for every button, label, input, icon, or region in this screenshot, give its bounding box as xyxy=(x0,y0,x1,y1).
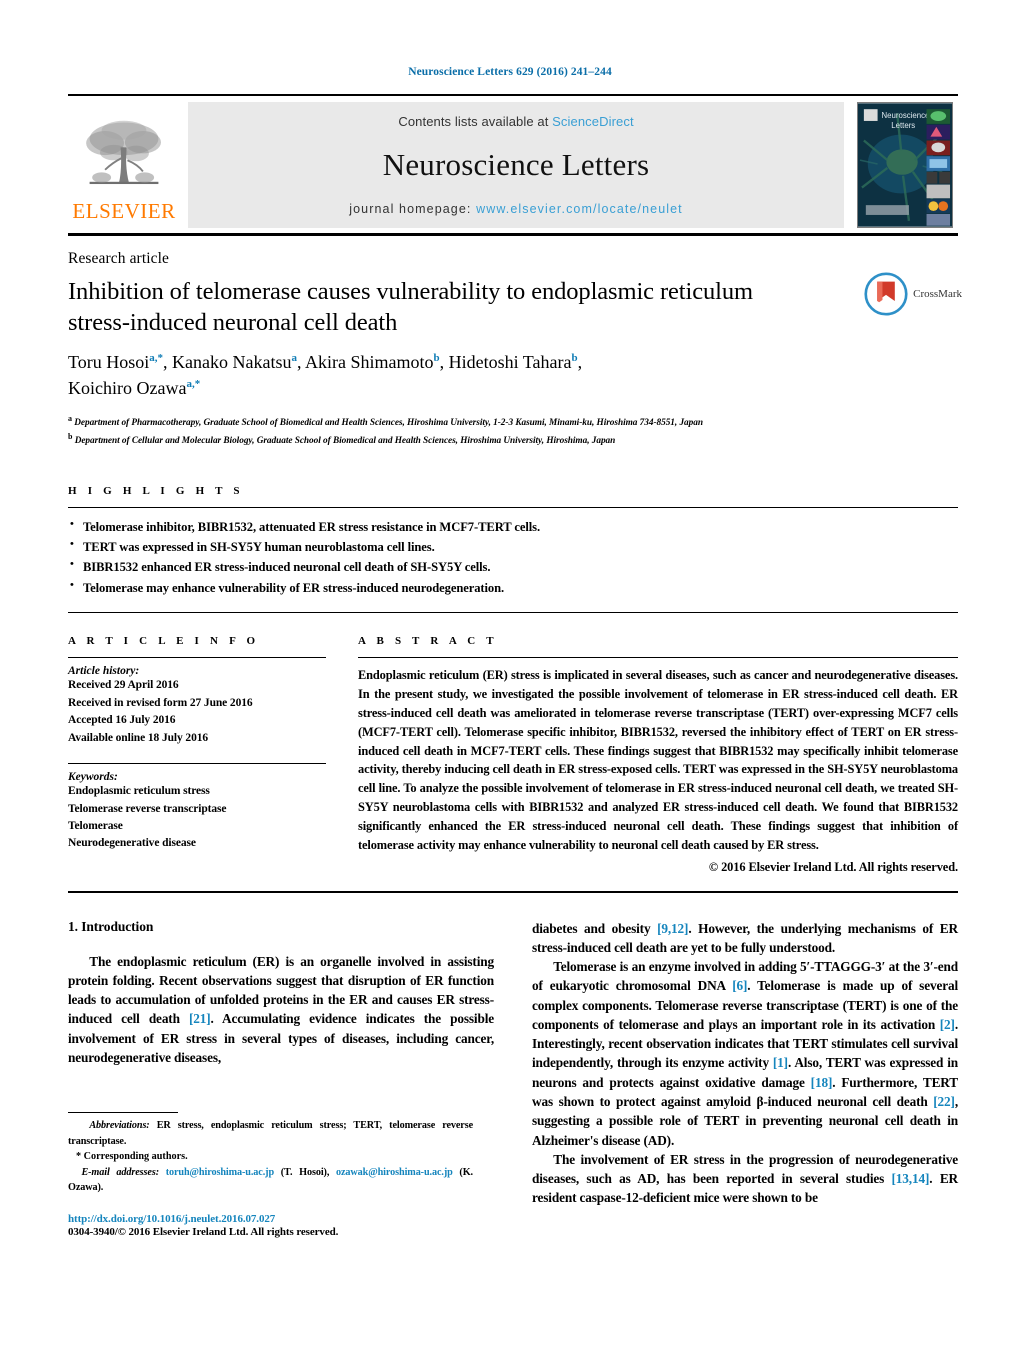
abstract-rule: Endoplasmic reticulum (ER) stress is imp… xyxy=(358,657,958,874)
crossmark-label: CrossMark xyxy=(913,288,962,300)
highlights-rule-bottom xyxy=(68,612,958,614)
abbreviations-label: Abbreviations: xyxy=(89,1120,150,1131)
list-item: Telomerase inhibitor, BIBR1532, attenuat… xyxy=(68,516,958,537)
footnote-rule xyxy=(68,1112,178,1113)
doi-link[interactable]: http://dx.doi.org/10.1016/j.neulet.2016.… xyxy=(68,1213,473,1225)
journal-masthead: ELSEVIER Contents lists available at Sci… xyxy=(68,94,958,236)
email-link-hosoi[interactable]: toruh@hiroshima-u.ac.jp xyxy=(166,1167,274,1178)
section-heading-introduction: 1. Introduction xyxy=(68,918,154,934)
journal-homepage-line: journal homepage: www.elsevier.com/locat… xyxy=(188,202,844,216)
svg-text:Letters: Letters xyxy=(891,121,915,130)
history-online: Available online 18 July 2016 xyxy=(68,731,209,744)
journal-homepage-link[interactable]: www.elsevier.com/locate/neulet xyxy=(476,202,683,216)
keyword-item: Telomerase xyxy=(68,819,123,832)
affiliation-b-text: Department of Cellular and Molecular Bio… xyxy=(74,435,616,446)
author-5-sup: a,* xyxy=(186,377,201,390)
abstract-column: A B S T R A C T Endoplasmic reticulum (E… xyxy=(358,635,958,874)
citation-ref[interactable]: [13,14] xyxy=(892,1171,930,1186)
intro-paragraph-1: The endoplasmic reticulum (ER) is an org… xyxy=(68,952,494,1068)
journal-cover-thumbnail: Neuroscience Letters xyxy=(852,102,958,228)
history-revised: Received in revised form 27 June 2016 xyxy=(68,696,253,709)
abstract-heading: A B S T R A C T xyxy=(358,635,498,648)
citation-ref[interactable]: [1] xyxy=(773,1055,788,1070)
affiliation-a-text: Department of Pharmacotherapy, Graduate … xyxy=(74,418,703,428)
article-header: Research article Inhibition of telomeras… xyxy=(68,250,962,449)
keyword-item: Neurodegenerative disease xyxy=(68,837,196,850)
author-2: , Kanako Nakatsu xyxy=(163,351,292,372)
svg-text:Neuroscience: Neuroscience xyxy=(882,111,930,120)
intro-paragraph-1-cont: diabetes and obesity [9,12]. However, th… xyxy=(532,919,958,958)
citation-ref[interactable]: [9,12] xyxy=(657,921,688,936)
masthead-center-panel: Contents lists available at ScienceDirec… xyxy=(188,102,844,228)
keyword-item: Telomerase reverse transcriptase xyxy=(68,802,227,815)
author-3: , Akira Shimamoto xyxy=(296,351,434,372)
homepage-prefix: journal homepage: xyxy=(349,202,477,216)
intro-paragraph-2: Telomerase is an enzyme involved in addi… xyxy=(532,957,958,1150)
body-separator-rule xyxy=(68,890,958,893)
keywords-block: Keywords: Endoplasmic reticulum stress T… xyxy=(68,763,326,853)
history-accepted: Accepted 16 July 2016 xyxy=(68,714,176,727)
citation-ref[interactable]: [22] xyxy=(933,1094,955,1109)
article-info-column: A R T I C L E I N F O Article history: R… xyxy=(68,635,326,874)
journal-reference-line: Neuroscience Letters 629 (2016) 241–244 xyxy=(408,66,612,78)
list-item: BIBR1532 enhanced ER stress-induced neur… xyxy=(68,556,958,577)
author-4: , Hidetoshi Tahara xyxy=(439,351,572,372)
citation-ref[interactable]: [6] xyxy=(732,978,747,993)
article-history-label: Article history: xyxy=(68,665,140,678)
contents-available-line: Contents lists available at ScienceDirec… xyxy=(188,114,844,129)
elsevier-tree-icon xyxy=(86,120,161,184)
doi-block: http://dx.doi.org/10.1016/j.neulet.2016.… xyxy=(68,1213,473,1238)
corresponding-author-note: * Corresponding authors. xyxy=(76,1151,188,1162)
author-list: Toru Hosoia,*, Kanako Nakatsua, Akira Sh… xyxy=(68,349,788,401)
list-item: Telomerase may enhance vulnerability of … xyxy=(68,577,958,598)
citation-ref[interactable]: [18] xyxy=(811,1075,833,1090)
email-link-ozawa[interactable]: ozawak@hiroshima-u.ac.jp xyxy=(336,1167,453,1178)
abstract-body: Endoplasmic reticulum (ER) stress is imp… xyxy=(358,668,958,852)
email-note: E-mail addresses: toruh@hiroshima-u.ac.j… xyxy=(68,1165,473,1196)
info-abstract-row: A R T I C L E I N F O Article history: R… xyxy=(68,635,958,874)
article-history-block: Article history: Received 29 April 2016 … xyxy=(68,657,326,747)
article-info-heading: A R T I C L E I N F O xyxy=(68,635,260,648)
keywords-label: Keywords: xyxy=(68,771,118,784)
sciencedirect-link[interactable]: ScienceDirect xyxy=(552,114,634,129)
page-title: Inhibition of telomerase causes vulnerab… xyxy=(68,278,753,336)
affiliation-b: b Department of Cellular and Molecular B… xyxy=(68,431,888,449)
body-right-column: diabetes and obesity [9,12]. However, th… xyxy=(532,919,958,1208)
issn-copyright-line: 0304-3940/© 2016 Elsevier Ireland Ltd. A… xyxy=(68,1225,339,1238)
contents-prefix: Contents lists available at xyxy=(398,114,553,129)
article-type-label: Research article xyxy=(68,250,169,267)
email-owner-hosoi: (T. Hosoi), xyxy=(274,1166,330,1178)
highlights-heading: H I G H L I G H T S xyxy=(68,484,244,497)
author-sep: , xyxy=(577,351,583,372)
email-label: E-mail addresses: xyxy=(81,1166,159,1178)
citation-ref[interactable]: [2] xyxy=(940,1017,955,1032)
affiliation-a-marker: a xyxy=(68,413,72,423)
author-5: Koichiro Ozawa xyxy=(68,377,187,398)
highlights-list: Telomerase inhibitor, BIBR1532, attenuat… xyxy=(68,516,958,599)
highlights-section: H I G H L I G H T S Telomerase inhibitor… xyxy=(68,485,958,614)
footnote-block: Abbreviations: ER stress, endoplasmic re… xyxy=(68,1112,473,1238)
abstract-copyright: © 2016 Elsevier Ireland Ltd. All rights … xyxy=(708,859,958,874)
right-p1-part-a: diabetes and obesity xyxy=(532,920,658,936)
paper-page: Neuroscience Letters 629 (2016) 241–244 xyxy=(0,0,1020,1351)
affiliation-b-marker: b xyxy=(68,431,73,441)
list-item: TERT was expressed in SH-SY5Y human neur… xyxy=(68,536,958,557)
elsevier-wordmark: ELSEVIER xyxy=(72,198,176,223)
affiliation-a: a Department of Pharmacotherapy, Graduat… xyxy=(68,413,888,431)
author-1-sup: a,* xyxy=(149,351,163,364)
crossmark-icon xyxy=(864,272,908,316)
highlights-rule-top xyxy=(68,506,958,508)
journal-title: Neuroscience Letters xyxy=(382,147,650,183)
history-received: Received 29 April 2016 xyxy=(68,679,179,692)
citation-ref[interactable]: [21] xyxy=(189,1011,211,1026)
keyword-item: Endoplasmic reticulum stress xyxy=(68,785,210,798)
crossmark-badge[interactable]: CrossMark xyxy=(864,272,962,316)
journal-cover-image: Neuroscience Letters xyxy=(857,102,953,228)
elsevier-logo: ELSEVIER xyxy=(68,102,180,228)
abbreviations-note: Abbreviations: ER stress, endoplasmic re… xyxy=(68,1118,473,1149)
intro-paragraph-3: The involvement of ER stress in the prog… xyxy=(532,1150,958,1208)
author-1: Toru Hosoi xyxy=(68,351,150,372)
